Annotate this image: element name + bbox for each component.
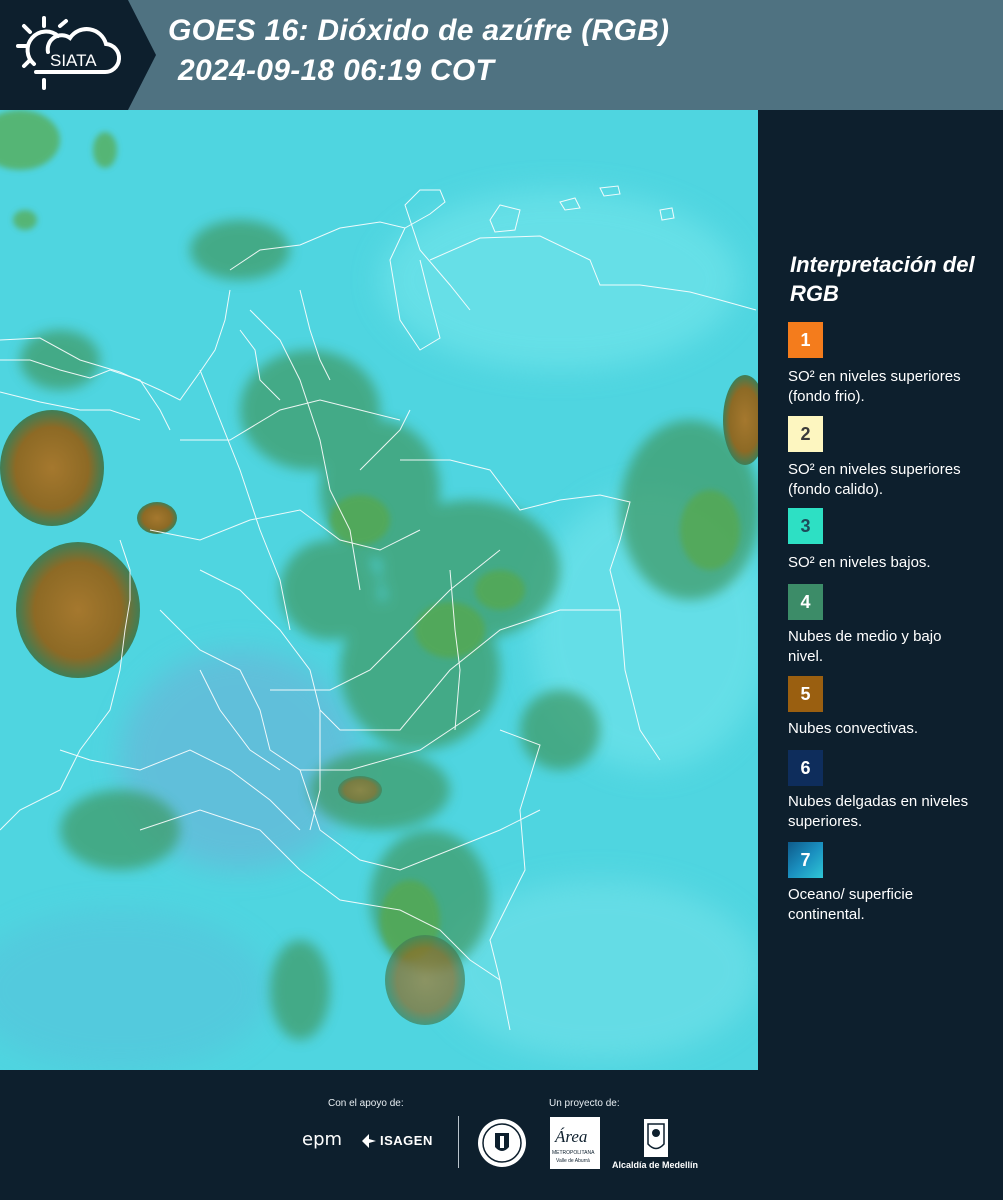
legend-number-4: 4: [800, 591, 811, 612]
legend-label-7: Oceano/ superficie continental.: [788, 886, 914, 923]
legend-swatch-3: 3: [788, 508, 823, 544]
legend-panel: Interpretación del RGB 1 SO² en niveles …: [760, 110, 1003, 1070]
epm-logo: epm: [302, 1129, 343, 1150]
area-metropolitana-logo: Área METROPOLITANA Valle de Aburrá: [550, 1117, 600, 1169]
legend-number-6: 6: [800, 757, 811, 778]
legend-label-6: Nubes delgadas en niveles superiores.: [788, 793, 969, 830]
legend-number-1: 1: [800, 329, 811, 350]
legend-label-1: SO² en niveles superiores (fondo frio).: [788, 368, 961, 405]
title-line-1: GOES 16: Dióxido de azúfre (RGB): [168, 14, 670, 47]
alcaldia-logo-text: Alcaldía de Medellín: [612, 1160, 699, 1170]
area-logo-sub2: Valle de Aburrá: [556, 1158, 590, 1164]
support-label: Con el apoyo de:: [328, 1098, 404, 1109]
title-line-2: 2024-09-18 06:19 COT: [178, 54, 495, 87]
header: SIATA GOES 16: Dióxido de azúfre (RGB) 2…: [0, 0, 1003, 110]
legend-swatch-1: 1: [788, 322, 823, 358]
legend-title: Interpretación del RGB: [790, 252, 975, 306]
legend-label-5: Nubes convectivas.: [788, 720, 919, 737]
siata-logo-text: SIATA: [50, 51, 97, 70]
area-logo-text: Área: [555, 1127, 588, 1146]
legend-label-4: Nubes de medio y bajo nivel.: [788, 628, 942, 665]
legend-swatch-7: 7: [788, 842, 823, 878]
satellite-image: [0, 110, 760, 1070]
isagen-logo: ISAGEN: [380, 1133, 433, 1148]
isagen-icon: [362, 1134, 376, 1148]
legend-number-3: 3: [800, 515, 811, 536]
project-label: Un proyecto de:: [549, 1098, 620, 1109]
legend-number-2: 2: [800, 423, 811, 444]
legend-label-2: SO² en niveles superiores (fondo calido)…: [788, 461, 961, 498]
legend-label-3: SO² en niveles bajos.: [788, 554, 931, 571]
legend-swatch-5: 5: [788, 676, 823, 712]
legend-number-7: 7: [800, 849, 811, 870]
alcaldia-crest-icon: [644, 1119, 668, 1157]
legend-swatch-2: 2: [788, 416, 823, 452]
footer-separator: [458, 1116, 459, 1168]
footer: Con el apoyo de: Un proyecto de: epm ISA…: [0, 1070, 1003, 1200]
university-seal-icon: [478, 1119, 526, 1167]
legend-number-5: 5: [800, 683, 811, 704]
legend-swatch-6: 6: [788, 750, 823, 786]
siata-logo: SIATA: [16, 16, 122, 90]
area-logo-sub: METROPOLITANA: [552, 1150, 595, 1156]
legend-swatch-4: 4: [788, 584, 823, 620]
